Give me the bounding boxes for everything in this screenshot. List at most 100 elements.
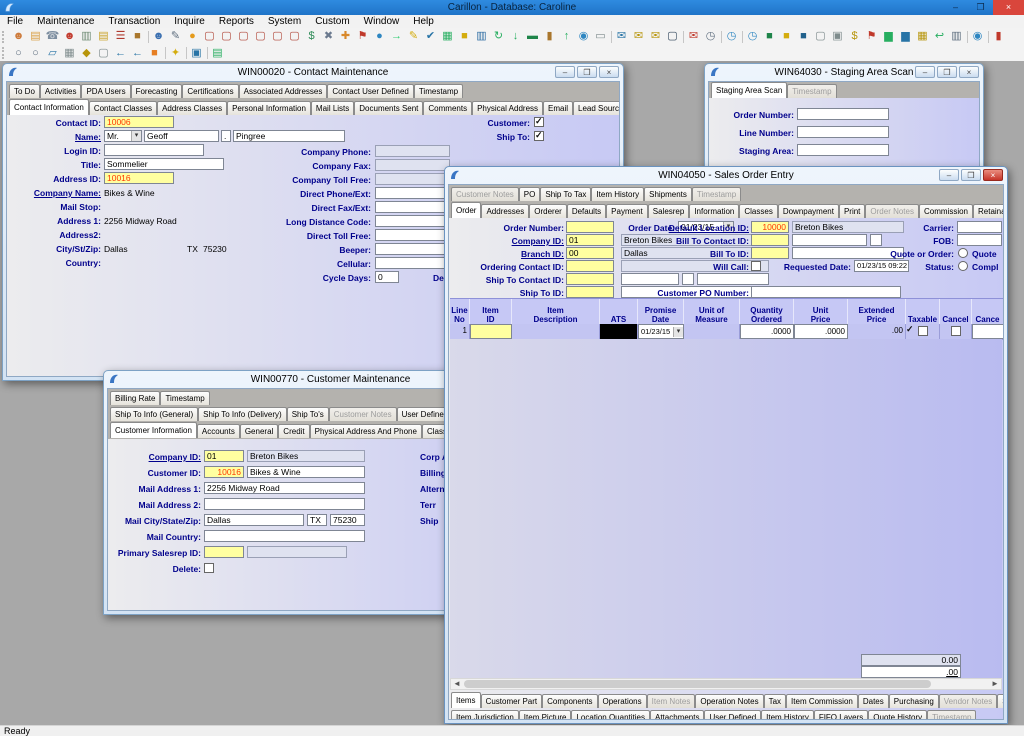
minimize-button[interactable]: – (939, 169, 959, 181)
tab-item[interactable]: Item Commission (786, 694, 858, 708)
tab-item[interactable]: Activities (40, 84, 82, 98)
tab-item[interactable]: Physical Address And Phone (310, 424, 422, 438)
grid-column-header[interactable]: Taxable (906, 299, 940, 325)
run-icon[interactable]: ▤ (209, 46, 226, 61)
document-1-icon[interactable]: ▢ (201, 29, 218, 44)
undo-icon[interactable]: ↩ (931, 29, 948, 44)
ship-to-contact-mi-field[interactable] (682, 273, 694, 285)
zoom-out-icon[interactable]: ○ (27, 46, 44, 61)
tab-item[interactable]: Comments (423, 101, 472, 115)
tab-item[interactable]: Retainage (973, 204, 1003, 218)
grid-column-header[interactable]: QuantityOrdered (740, 299, 794, 325)
cycle-days-field[interactable]: 0 (375, 271, 399, 283)
tab-item[interactable]: Order (451, 202, 481, 218)
tab-item[interactable]: Item History (591, 187, 644, 201)
tab-item[interactable]: Forecasting (131, 84, 183, 98)
close-button[interactable]: × (599, 66, 619, 78)
grid-column-header[interactable]: ItemDescription (512, 299, 600, 325)
tab-item[interactable]: Components (542, 694, 597, 708)
default-location-field[interactable]: 10000 (751, 221, 789, 233)
tab-item[interactable]: Order Notes (865, 204, 919, 218)
invoice-icon[interactable]: $ (303, 29, 320, 44)
chart-edit-icon[interactable]: ✎ (167, 29, 184, 44)
branch-id-label[interactable]: Branch ID: (451, 248, 564, 260)
tab-item[interactable]: Staging Area Scan (711, 82, 787, 98)
promise-date-cell[interactable]: 01/23/15 (638, 324, 684, 339)
book-icon[interactable]: ▥ (473, 29, 490, 44)
document-5-icon[interactable]: ▢ (269, 29, 286, 44)
panel-icon[interactable]: ▥ (948, 29, 965, 44)
quote-radio[interactable] (958, 248, 968, 258)
order-number-field[interactable] (797, 108, 889, 120)
tools-icon[interactable]: ✖ (320, 29, 337, 44)
grid-column-header[interactable]: LineNo (450, 299, 470, 325)
tab-item[interactable]: Vendor Notes (939, 694, 997, 708)
mail-zip-field[interactable]: 75230 (330, 514, 365, 526)
item-description-cell[interactable] (512, 324, 600, 339)
import-icon[interactable]: ↓ (507, 29, 524, 44)
menu-item[interactable]: Maintenance (30, 15, 101, 28)
bar-chart2-icon[interactable]: ▆ (897, 29, 914, 44)
ship-to-contact-last-field[interactable] (697, 273, 769, 285)
status-radio[interactable] (958, 261, 968, 271)
truck-icon[interactable]: ▥ (78, 29, 95, 44)
close-button[interactable]: × (983, 169, 1003, 181)
tab-item[interactable]: Personal Information (227, 101, 311, 115)
tab-item[interactable]: Mail Lists (311, 101, 354, 115)
monitor-icon[interactable]: ▢ (664, 29, 681, 44)
tab-item[interactable]: General (240, 424, 278, 438)
folder-blue-icon[interactable]: ■ (795, 29, 812, 44)
go-icon[interactable]: → (388, 29, 405, 44)
close-button[interactable]: × (993, 0, 1024, 15)
fob-field[interactable] (957, 234, 1002, 246)
tab-item[interactable]: Documents Sent (354, 101, 423, 115)
tab-item[interactable]: Customer Part (481, 694, 543, 708)
tab-item[interactable]: Accounts (197, 424, 240, 438)
stamp-icon[interactable]: ◆ (78, 46, 95, 61)
mail-city-field[interactable]: Dallas (204, 514, 304, 526)
menu-item[interactable]: System (261, 15, 308, 28)
tab-item[interactable]: Purchasing (889, 694, 939, 708)
taxable-checkbox[interactable] (918, 326, 928, 336)
tab-item[interactable]: Contact Classes (89, 101, 157, 115)
tab-item[interactable]: Ship To Info (General) (110, 407, 198, 421)
bill-to-contact-name-field[interactable] (792, 234, 867, 246)
restore-button[interactable]: ❒ (961, 169, 981, 181)
mail-move-icon[interactable]: ✉ (613, 29, 630, 44)
tab-item[interactable]: Commission (919, 204, 973, 218)
person-icon[interactable]: ☻ (61, 29, 78, 44)
tab-item[interactable]: Item Notes (647, 694, 696, 708)
menu-item[interactable]: File (0, 15, 30, 28)
clipboard-icon[interactable]: ▤ (95, 29, 112, 44)
mail-icon[interactable]: ✉ (630, 29, 647, 44)
transfer-left-icon[interactable]: ← (112, 46, 129, 61)
grid-column-header[interactable]: PromiseDate (638, 299, 684, 325)
toolbar-grip[interactable] (2, 47, 8, 59)
login-id-field[interactable] (104, 144, 204, 156)
tab-item[interactable]: Print (839, 204, 865, 218)
tab-item[interactable]: Timestamp (692, 187, 741, 201)
tab-item[interactable]: PDA Users (81, 84, 130, 98)
tab-item[interactable]: Downpayment (778, 204, 839, 218)
contact-icon[interactable]: ☻ (10, 29, 27, 44)
tab-item[interactable]: Timestamp (927, 710, 976, 720)
tab-item[interactable]: Items (451, 692, 481, 708)
grid-column-header[interactable]: Cance (972, 299, 1004, 325)
scroll-right-arrow[interactable]: ► (989, 679, 1001, 689)
menu-item[interactable]: Window (357, 15, 407, 28)
tab-item[interactable]: Shipments (644, 187, 692, 201)
tab-item[interactable]: Information (689, 204, 739, 218)
folder-green-icon[interactable]: ■ (761, 29, 778, 44)
globe-icon[interactable]: ● (371, 29, 388, 44)
tab-item[interactable]: Credit (278, 424, 309, 438)
plumb-icon[interactable]: ✚ (337, 29, 354, 44)
unit-of-measure-cell[interactable] (684, 324, 740, 339)
tab-item[interactable]: Quote History (868, 710, 927, 720)
tab-item[interactable]: PO (519, 187, 541, 201)
toolbar-grip[interactable] (2, 31, 8, 43)
document-6-icon[interactable]: ▢ (286, 29, 303, 44)
copy-doc-icon[interactable]: ▢ (95, 46, 112, 61)
tab-item[interactable]: Lead Sources (573, 101, 619, 115)
tab-item[interactable]: Item History (761, 710, 814, 720)
name-prefix-select[interactable]: Mr. (104, 130, 142, 142)
